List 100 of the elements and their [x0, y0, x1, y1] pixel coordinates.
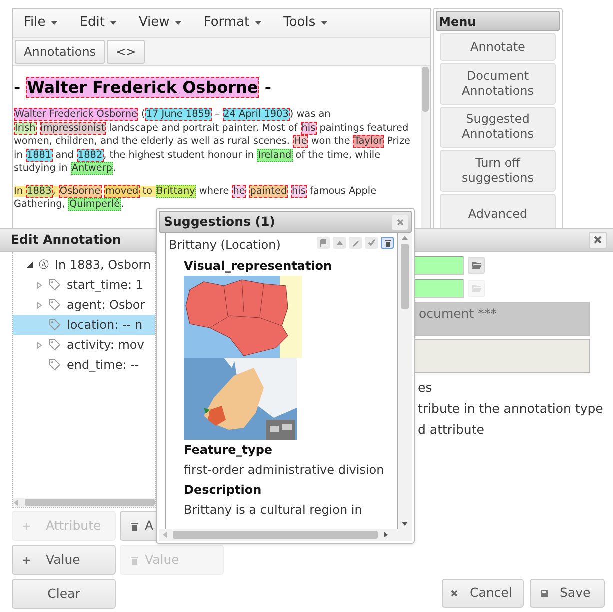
add-button[interactable]: Value	[12, 545, 116, 575]
edit-button[interactable]	[349, 237, 362, 249]
save-button[interactable]: Save	[530, 579, 605, 608]
tag-icon	[49, 299, 61, 311]
trash-icon	[131, 522, 138, 530]
annotation-highlight[interactable]: 1883	[26, 184, 53, 198]
annotation-highlight[interactable]: Walter Frederick Osborne	[26, 77, 260, 98]
annotation-highlight[interactable]: 17 June 1859	[145, 108, 212, 121]
suggestion-highlight[interactable]: Antwerp	[70, 162, 114, 175]
option-label: es	[418, 379, 434, 397]
check-icon	[368, 238, 376, 248]
caret-icon	[320, 21, 328, 25]
suggestion-title: Brittany (Location)	[169, 237, 281, 254]
tree-item[interactable]: agent: Osbor	[13, 295, 155, 315]
folder-button[interactable]	[468, 257, 485, 274]
annotation-highlight[interactable]: painted	[249, 184, 288, 198]
scrollbar-thumb[interactable]	[401, 244, 409, 309]
suggestion-highlight[interactable]: Ireland	[257, 148, 293, 162]
folder-icon	[472, 262, 482, 269]
dialog-title: Edit Annotation	[11, 230, 122, 249]
menu-item[interactable]: Edit	[78, 13, 118, 33]
panel-title: Menu	[436, 11, 560, 31]
source-code-button[interactable]: <>	[107, 40, 146, 64]
caret-icon	[254, 21, 262, 25]
suggestion-highlight[interactable]: Brittany	[156, 184, 196, 198]
expander-icon	[37, 342, 42, 348]
annotation-highlight[interactable]: Walter Frederick Osborne	[14, 108, 138, 121]
save-icon	[541, 590, 548, 597]
trash-icon	[131, 556, 138, 564]
caret-icon	[110, 21, 117, 25]
description-text: Brittany is a cultural region in	[184, 502, 362, 519]
tag-icon	[49, 359, 61, 371]
menu-button[interactable]: Turn off suggestions	[440, 150, 556, 192]
plus-icon	[23, 522, 30, 530]
annotation-highlight[interactable]: his	[300, 122, 317, 134]
annotation-highlight[interactable]: he	[232, 184, 246, 198]
annotation-highlight[interactable]: Taylor	[353, 135, 384, 148]
annotation-highlight[interactable]: his	[291, 184, 307, 198]
scroll-down-icon	[402, 522, 408, 526]
plus-icon	[23, 556, 30, 564]
menu-button[interactable]: Annotate	[440, 33, 556, 62]
tag-icon	[49, 279, 61, 291]
scroll-up-icon	[402, 236, 408, 240]
annotation-icon: Ⓐ	[39, 258, 49, 272]
tree-item[interactable]: activity: mov	[13, 335, 155, 355]
folder-icon	[472, 285, 482, 292]
close-icon	[396, 218, 404, 226]
cancel-button[interactable]: Cancel	[442, 579, 524, 608]
delete-button[interactable]	[381, 237, 394, 249]
annotation-highlight[interactable]: 1882	[76, 148, 104, 162]
menu-item[interactable]: Format	[202, 13, 263, 33]
tree-item[interactable]: end_time: --	[13, 355, 155, 375]
menu-button[interactable]: Suggested Annotations	[440, 106, 556, 148]
expander-icon	[37, 302, 42, 308]
tree-item[interactable]: start_time: 1	[13, 275, 155, 295]
scroll-left-icon	[163, 532, 167, 538]
annotation-highlight[interactable]: impressionist	[40, 122, 106, 134]
close-icon	[594, 236, 602, 244]
menu-item[interactable]: File	[23, 13, 59, 33]
pencil-icon	[352, 238, 360, 248]
caret-icon	[174, 21, 182, 25]
popup-title: Suggestions (1)	[164, 212, 276, 231]
annotation-highlight[interactable]: moved	[104, 184, 140, 198]
expander-icon	[37, 282, 42, 288]
annotation-highlight[interactable]: He	[293, 135, 308, 148]
menu-item[interactable]: Tools	[282, 13, 329, 33]
tag-icon	[49, 319, 61, 331]
tag-icon	[49, 339, 61, 351]
highlighted-text: In	[14, 186, 26, 196]
suggestion-highlight[interactable]: Quimperlé	[68, 198, 122, 211]
annotation-highlight[interactable]: Osborne	[58, 184, 102, 198]
heading: - Walter Frederick Osborne -	[14, 76, 272, 100]
section-heading: Visual_representation	[184, 258, 332, 275]
tree-item[interactable]: In 1883, Osborn	[55, 256, 152, 274]
annotations-button[interactable]: Annotations	[15, 40, 106, 64]
triangle-up-icon	[336, 238, 344, 248]
option-label: tribute in the annotation type	[418, 400, 604, 418]
menu-item[interactable]: View	[138, 13, 183, 33]
up-button[interactable]	[333, 237, 346, 249]
section-heading: Description	[184, 482, 262, 499]
annotation-highlight[interactable]: 1881	[26, 148, 53, 162]
highlighted-text: to	[140, 186, 156, 196]
close-button[interactable]	[392, 214, 408, 230]
tree-item[interactable]: location: -- n	[13, 315, 155, 335]
annotation-highlight[interactable]: Irish	[14, 122, 37, 134]
trash-icon	[384, 238, 392, 248]
flag-icon	[320, 238, 328, 248]
option-label: d attribute	[418, 421, 486, 439]
close-button[interactable]	[589, 232, 607, 248]
flag-button[interactable]	[317, 237, 330, 249]
scrollbar-thumb[interactable]	[173, 531, 378, 539]
close-icon	[451, 590, 458, 597]
scrollbar-thumb[interactable]	[422, 67, 429, 112]
scrollbar-thumb[interactable]	[25, 499, 155, 506]
annotation-highlight[interactable]: 24 April 1903	[222, 108, 290, 121]
menu-button[interactable]: Document Annotations	[440, 63, 556, 105]
description-text: first-order administrative division	[184, 462, 384, 479]
scroll-right-icon	[384, 532, 388, 538]
section-heading: Feature_type	[184, 442, 273, 459]
clear-button[interactable]: Clear	[12, 579, 116, 609]
